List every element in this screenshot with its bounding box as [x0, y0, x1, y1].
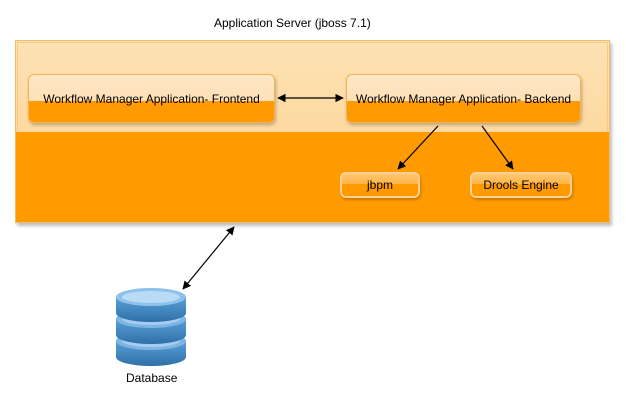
edge-backend-jbpm [397, 125, 439, 170]
edge-backend-drools [481, 125, 514, 170]
database-icon [116, 288, 186, 366]
database-label: Database [126, 371, 178, 385]
edge-database-server [182, 226, 235, 290]
diagram-canvas [116, 93, 514, 366]
